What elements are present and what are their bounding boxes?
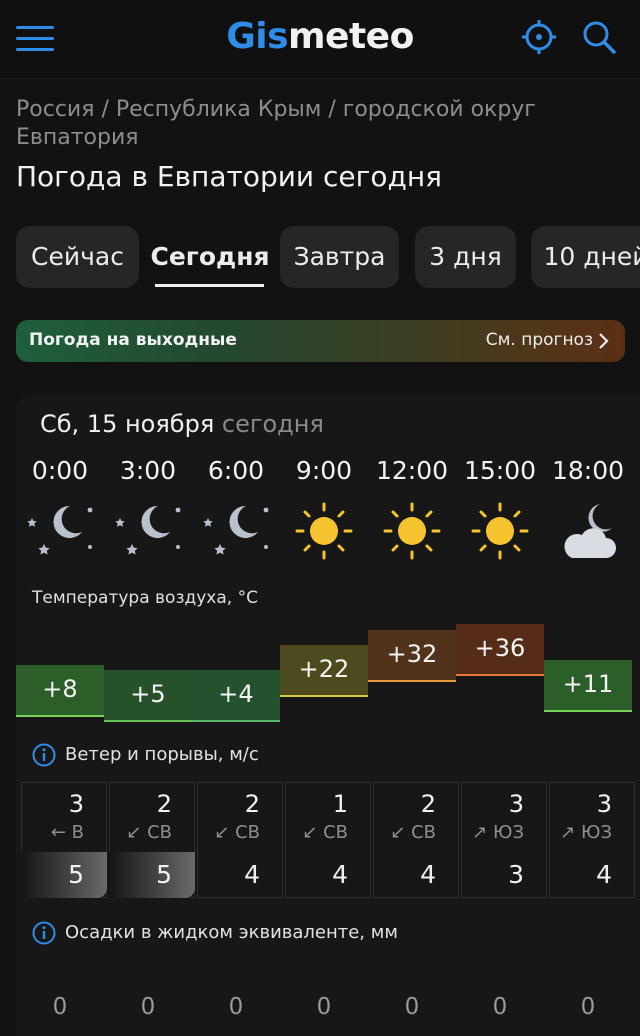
wind-direction: ↙ СВ: [214, 822, 260, 843]
precip-value: 0: [492, 994, 508, 1020]
app-header: Gismeteo: [0, 0, 640, 78]
time-label: 12:00: [375, 456, 449, 485]
today-label: сегодня: [221, 410, 324, 438]
time-label: 6:00: [207, 456, 265, 485]
wind-direction: ↙ СВ: [126, 822, 172, 843]
precip-value: 0: [316, 994, 332, 1020]
precip-value: 0: [580, 994, 596, 1020]
time-label: 0:00: [31, 456, 89, 485]
forecast-date: Сб, 15 ноября сегодня: [40, 410, 324, 438]
wind-speed: 2: [156, 790, 172, 818]
gust-value: 5: [156, 860, 172, 889]
search-icon[interactable]: [582, 20, 616, 54]
time-label: 3:00: [119, 456, 177, 485]
gust-value: 3: [508, 860, 524, 889]
temp-bar: +22: [280, 645, 368, 697]
gust-value: 4: [596, 860, 612, 889]
page-title: Погода в Евпатории сегодня: [16, 160, 442, 193]
wind-direction: ↙ СВ: [302, 822, 348, 843]
wind-speed: 3: [68, 790, 84, 818]
weekend-banner-link[interactable]: См. прогноз: [486, 330, 593, 350]
moon-stars-icon: [115, 505, 181, 555]
moon-stars-icon: [27, 505, 93, 555]
tab-now[interactable]: Сейчас: [16, 226, 139, 288]
precip-value: 0: [140, 994, 156, 1020]
temp-bar: +8: [16, 665, 104, 717]
precip-value: 0: [228, 994, 244, 1020]
wind-speed: 3: [596, 790, 612, 818]
logo-gis: Gis: [226, 16, 289, 57]
wind-speed: 3: [508, 790, 524, 818]
temp-bar: +36: [456, 624, 544, 676]
wind-label: Ветер и порывы, м/с: [65, 744, 259, 765]
chevron-right-icon: [599, 333, 609, 349]
date-text: Сб, 15 ноября: [40, 410, 215, 438]
weekend-banner-title: Погода на выходные: [29, 330, 237, 350]
active-tab-indicator: [155, 284, 264, 287]
time-label: 15:00: [463, 456, 537, 485]
temp-bar: +5: [104, 670, 192, 722]
header-divider: [0, 78, 640, 79]
precipitation-label: Осадки в жидком эквиваленте, мм: [65, 922, 398, 943]
breadcrumb[interactable]: Россия / Республика Крым / городской окр…: [16, 96, 576, 152]
gust-value: 5: [68, 860, 84, 889]
tab-tomorrow[interactable]: Завтра: [280, 226, 399, 288]
sun-icon: [471, 502, 529, 560]
tab-10-days[interactable]: 10 дней: [531, 226, 640, 288]
wind-speed: 2: [420, 790, 436, 818]
info-icon[interactable]: [32, 921, 56, 945]
gust-value: 4: [420, 860, 436, 889]
temp-bar: +4: [192, 670, 280, 722]
gust-value: 4: [332, 860, 348, 889]
info-icon[interactable]: [32, 743, 56, 767]
temp-bar: +32: [368, 630, 456, 682]
precip-value: 0: [52, 994, 68, 1020]
sun-icon: [383, 502, 441, 560]
tab-today[interactable]: Сегодня: [147, 226, 273, 288]
logo-meteo: meteo: [288, 16, 414, 57]
gust-value: 4: [244, 860, 260, 889]
weekend-banner[interactable]: Погода на выходные См. прогноз: [16, 320, 625, 362]
time-label: 18:00: [551, 456, 625, 485]
wind-direction: ↗ ЮЗ: [472, 822, 524, 843]
moon-stars-icon: [203, 505, 269, 555]
precip-value: 0: [404, 994, 420, 1020]
wind-speed: 1: [332, 790, 348, 818]
time-label: 9:00: [295, 456, 353, 485]
tab-3-days[interactable]: 3 дня: [415, 226, 516, 288]
wind-speed: 2: [244, 790, 260, 818]
wind-direction: ← В: [50, 822, 84, 843]
wind-direction: ↗ ЮЗ: [560, 822, 612, 843]
temperature-label: Температура воздуха, °C: [32, 588, 258, 608]
crosshair-location-icon[interactable]: [522, 20, 556, 54]
temp-bar: +11: [544, 660, 632, 712]
moon-cloud-icon: [564, 504, 616, 558]
sun-icon: [295, 502, 353, 560]
wind-direction: ↙ СВ: [390, 822, 436, 843]
